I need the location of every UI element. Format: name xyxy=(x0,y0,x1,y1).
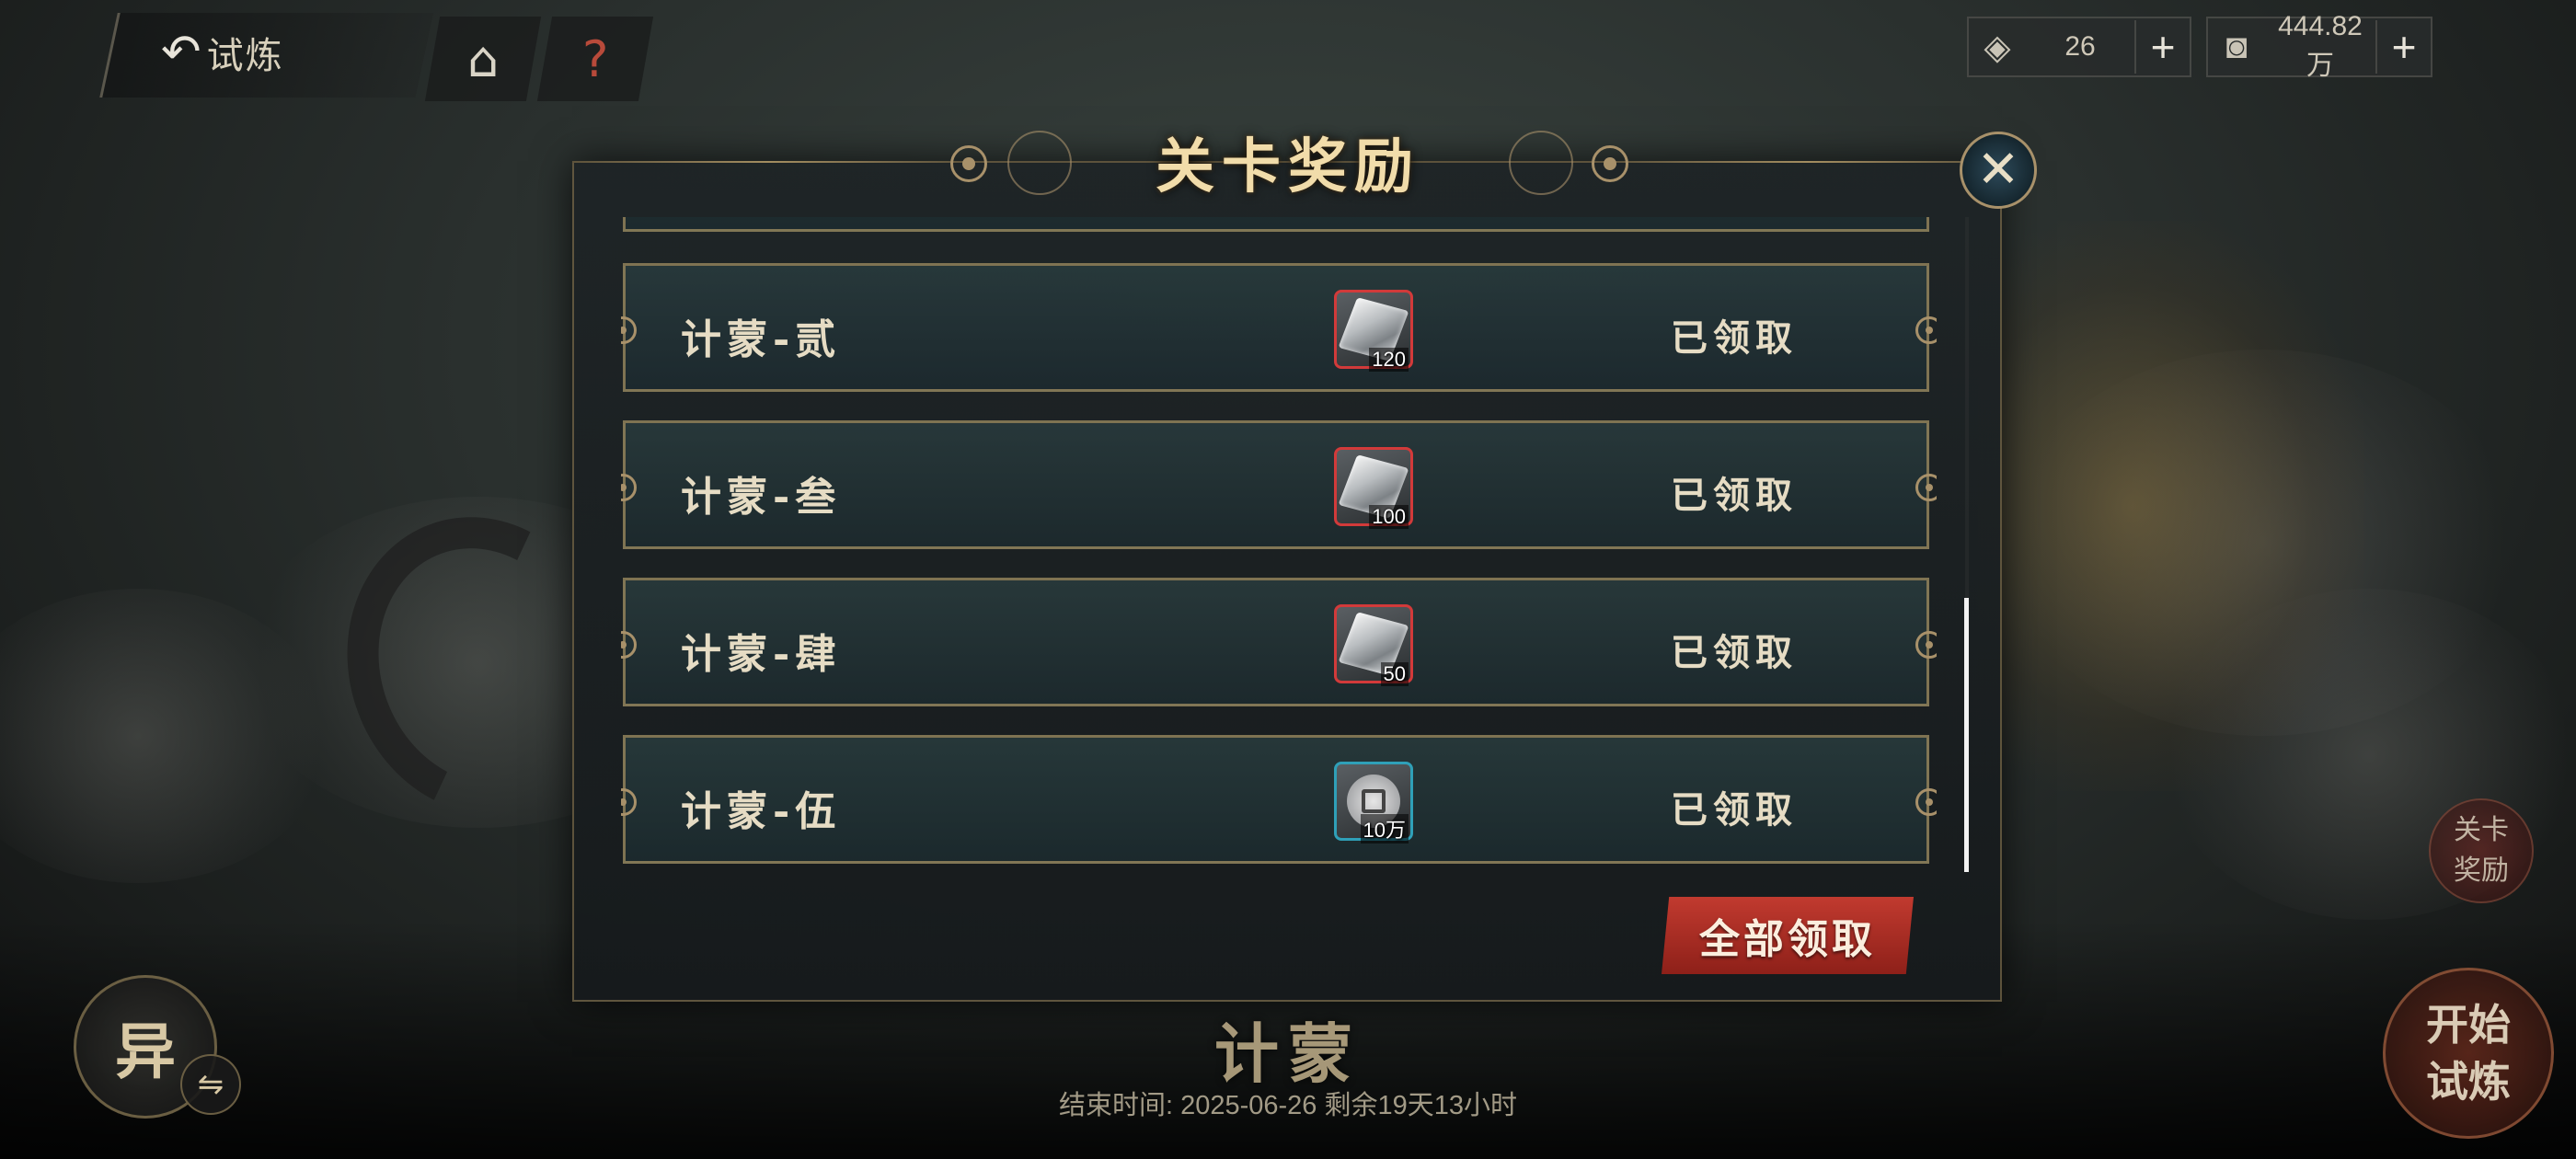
stage-name: 计蒙-伍 xyxy=(681,788,842,835)
row-ornament-left xyxy=(621,474,637,501)
reward-item[interactable]: 120 xyxy=(1334,290,1413,372)
coin-value: 444.82万 xyxy=(2278,11,2363,81)
row-ornament-left xyxy=(621,631,637,659)
back-label: 试炼 xyxy=(206,35,284,77)
stage-name: 计蒙-肆 xyxy=(681,631,842,678)
stage-title: 计蒙 xyxy=(1214,1016,1362,1092)
dialog-title: 关卡奖励 xyxy=(1156,132,1420,201)
swap-icon[interactable]: ⇋ xyxy=(180,1054,241,1115)
claim-status: 已领取 xyxy=(1671,788,1798,832)
background-dragon xyxy=(1978,221,2364,791)
reward-row: 计蒙-贰 120 已领取 xyxy=(621,263,1937,392)
reward-count: 50 xyxy=(1380,662,1409,686)
row-ornament-right xyxy=(1915,788,1937,816)
row-ornament-right xyxy=(1915,474,1937,501)
home-icon: ⌂ xyxy=(466,29,500,88)
reward-row: 计蒙-肆 50 已领取 xyxy=(621,578,1937,706)
reward-count: 100 xyxy=(1369,505,1409,529)
ticket-resource: ◈ 26 + xyxy=(1967,17,2191,77)
stage-name: 计蒙-叁 xyxy=(681,474,842,521)
add-ticket-button[interactable]: + xyxy=(2134,20,2190,74)
reward-count: 120 xyxy=(1369,348,1409,372)
reward-row: 计蒙-叁 100 已领取 xyxy=(621,420,1937,549)
help-button[interactable]: ? xyxy=(536,17,654,101)
row-ornament-right xyxy=(1915,316,1937,344)
reward-item[interactable]: 100 xyxy=(1334,447,1413,529)
home-button[interactable]: ⌂ xyxy=(424,17,542,101)
start-trial-label-line2: 试炼 xyxy=(2426,1057,2511,1107)
row-ornament-left xyxy=(621,788,637,816)
stage-reward-label: 关卡 奖励 xyxy=(2454,810,2509,891)
stage-reward-label-line2: 奖励 xyxy=(2454,855,2509,887)
ticket-value: 26 xyxy=(2064,31,2096,62)
stage-reward-label-line1: 关卡 xyxy=(2454,814,2509,846)
claim-all-button[interactable]: 全部领取 xyxy=(1662,897,1914,974)
coin-resource: ◙ 444.82万 + xyxy=(2206,11,2432,81)
reward-list[interactable]: 计蒙-贰 120 已领取 计蒙-叁 100 已领取 计蒙-肆 50 已领取 计蒙… xyxy=(621,217,1937,870)
stage-reward-button[interactable]: 关卡 奖励 xyxy=(2429,798,2534,903)
coin-icon: ◙ xyxy=(2225,27,2248,66)
reward-item[interactable]: 50 xyxy=(1334,604,1413,686)
start-trial-label: 开始 试炼 xyxy=(2426,996,2511,1110)
end-time: 结束时间: 2025-06-26 剩余19天13小时 xyxy=(1058,1091,1518,1120)
reward-row xyxy=(623,217,1929,232)
back-arrow-icon: ↶ xyxy=(161,25,201,80)
reward-count: 10万 xyxy=(1360,814,1409,843)
row-ornament-left xyxy=(621,316,637,344)
reward-row: 计蒙-伍 10万 已领取 xyxy=(621,735,1937,864)
help-icon: ? xyxy=(581,29,609,88)
claim-status: 已领取 xyxy=(1671,474,1798,517)
back-button[interactable]: ↶ 试炼 xyxy=(161,26,284,79)
close-button[interactable]: ✕ xyxy=(1960,132,2037,209)
claim-status: 已领取 xyxy=(1671,316,1798,360)
add-coin-button[interactable]: + xyxy=(2375,20,2431,74)
ticket-icon: ◈ xyxy=(1984,28,2011,67)
stage-name: 计蒙-贰 xyxy=(681,316,842,363)
scrollbar-thumb[interactable] xyxy=(1964,598,1969,872)
start-trial-button[interactable]: 开始 试炼 xyxy=(2383,968,2554,1139)
row-ornament-right xyxy=(1915,631,1937,659)
reward-item[interactable]: 10万 xyxy=(1334,762,1413,843)
start-trial-label-line1: 开始 xyxy=(2426,1000,2511,1050)
claim-status: 已领取 xyxy=(1671,631,1798,674)
